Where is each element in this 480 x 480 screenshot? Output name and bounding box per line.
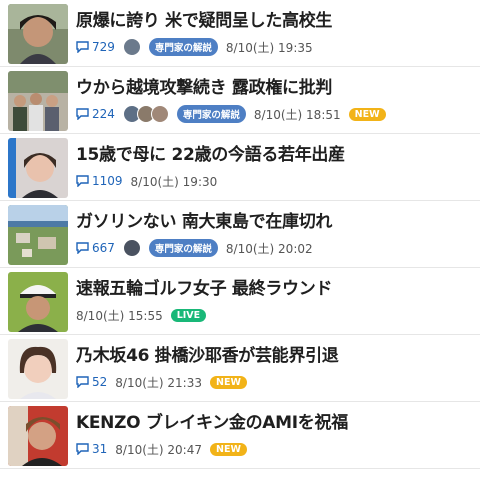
article-meta: 8/10(土) 15:55 LIVE bbox=[76, 305, 472, 325]
expert-avatars bbox=[122, 38, 141, 56]
expert-commentary-badge[interactable]: 専門家の解説 bbox=[148, 239, 218, 257]
article-title[interactable]: 原爆に誇り 米で疑問呈した高校生 bbox=[76, 8, 472, 34]
news-item[interactable]: 原爆に誇り 米で疑問呈した高校生 729 専門家の解説 8/10(土) 19:3… bbox=[0, 0, 480, 67]
new-badge: NEW bbox=[210, 375, 247, 389]
article-meta: 729 専門家の解説 8/10(土) 19:35 bbox=[76, 37, 472, 57]
news-item[interactable]: KENZO ブレイキン金のAMIを祝福 31 8/10(土) 20:47 NEW bbox=[0, 402, 480, 469]
comment-icon bbox=[76, 175, 89, 187]
article-thumbnail[interactable] bbox=[8, 339, 68, 399]
new-badge: NEW bbox=[348, 107, 386, 121]
article-date: 8/10(土) 18:51 bbox=[253, 107, 341, 122]
article-title[interactable]: 乃木坂46 掛橋沙耶香が芸能界引退 bbox=[76, 343, 472, 369]
article-meta: 1109 8/10(土) 19:30 bbox=[76, 171, 472, 191]
news-item[interactable]: ガソリンない 南大東島で在庫切れ 667 専門家の解説 8/10(土) 20:0… bbox=[0, 201, 480, 268]
article-title[interactable]: 速報五輪ゴルフ女子 最終ラウンド bbox=[76, 276, 472, 302]
expert-commentary-badge[interactable]: 専門家の解説 bbox=[176, 105, 246, 123]
live-badge: LIVE bbox=[170, 308, 207, 322]
comment-count[interactable]: 667 bbox=[92, 241, 115, 255]
article-thumbnail[interactable] bbox=[8, 71, 68, 131]
expert-avatar bbox=[122, 239, 141, 257]
article-meta: 667 専門家の解説 8/10(土) 20:02 bbox=[76, 238, 472, 258]
article-date: 8/10(土) 20:47 bbox=[115, 442, 202, 457]
comment-count[interactable]: 1109 bbox=[92, 174, 123, 188]
expert-commentary-badge[interactable]: 専門家の解説 bbox=[148, 38, 218, 56]
article-title[interactable]: 15歳で母に 22歳の今語る若年出産 bbox=[76, 142, 472, 168]
comment-icon bbox=[76, 108, 89, 120]
article-date: 8/10(土) 19:30 bbox=[130, 174, 218, 189]
comment-count[interactable]: 729 bbox=[92, 40, 115, 54]
comment-icon bbox=[76, 376, 89, 388]
article-thumbnail[interactable] bbox=[8, 205, 68, 265]
news-item[interactable]: 乃木坂46 掛橋沙耶香が芸能界引退 52 8/10(土) 21:33 NEW bbox=[0, 335, 480, 402]
article-title[interactable]: ウから越境攻撃続き 露政権に批判 bbox=[76, 75, 472, 101]
comment-icon bbox=[76, 242, 89, 254]
article-title[interactable]: ガソリンない 南大東島で在庫切れ bbox=[76, 209, 472, 235]
comment-count[interactable]: 52 bbox=[92, 375, 107, 389]
news-list: 原爆に誇り 米で疑問呈した高校生 729 専門家の解説 8/10(土) 19:3… bbox=[0, 0, 480, 480]
comment-icon bbox=[76, 443, 89, 455]
article-thumbnail[interactable] bbox=[8, 4, 68, 64]
comment-count[interactable]: 31 bbox=[92, 442, 107, 456]
article-thumbnail[interactable] bbox=[8, 406, 68, 466]
article-thumbnail[interactable] bbox=[8, 138, 68, 198]
new-badge: NEW bbox=[210, 442, 247, 456]
news-item[interactable]: ウから越境攻撃続き 露政権に批判 224 専門家の解説 8/10(土) 18:5… bbox=[0, 67, 480, 134]
article-date: 8/10(土) 15:55 bbox=[76, 308, 163, 323]
news-item[interactable]: 15歳で母に 22歳の今語る若年出産 1109 8/10(土) 19:30 bbox=[0, 134, 480, 201]
expert-avatar bbox=[122, 38, 141, 56]
article-title[interactable]: KENZO ブレイキン金のAMIを祝福 bbox=[76, 410, 472, 436]
article-meta: 31 8/10(土) 20:47 NEW bbox=[76, 439, 472, 459]
expert-avatars bbox=[122, 105, 169, 123]
article-meta: 224 専門家の解説 8/10(土) 18:51 NEW bbox=[76, 104, 472, 124]
comment-icon bbox=[76, 41, 89, 53]
article-meta: 52 8/10(土) 21:33 NEW bbox=[76, 372, 472, 392]
expert-avatar bbox=[150, 105, 169, 123]
expert-avatars bbox=[122, 239, 141, 257]
article-date: 8/10(土) 21:33 bbox=[115, 375, 202, 390]
news-item[interactable]: 速報五輪ゴルフ女子 最終ラウンド 8/10(土) 15:55 LIVE bbox=[0, 268, 480, 335]
article-date: 8/10(土) 19:35 bbox=[225, 40, 313, 55]
article-date: 8/10(土) 20:02 bbox=[225, 241, 313, 256]
comment-count[interactable]: 224 bbox=[92, 107, 115, 121]
article-thumbnail[interactable] bbox=[8, 272, 68, 332]
